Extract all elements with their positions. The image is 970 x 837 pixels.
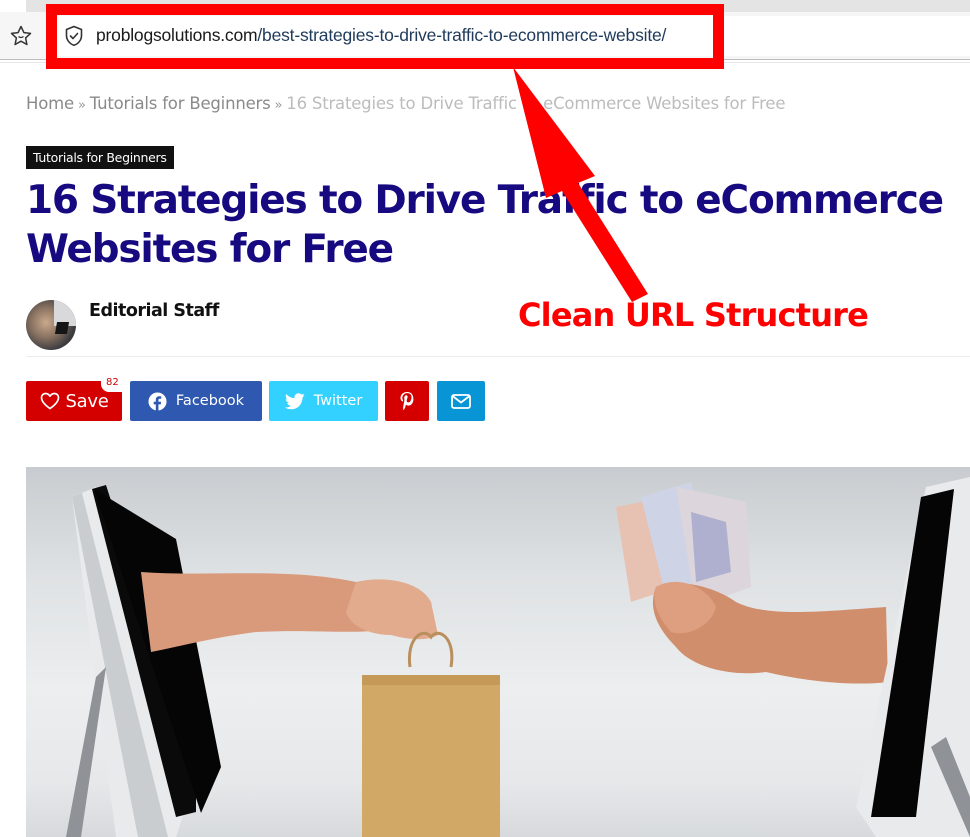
page-title: 16 Strategies to Drive Traffic to eComme… <box>26 178 944 272</box>
shopping-bag <box>362 631 500 837</box>
email-share-button[interactable] <box>437 381 485 421</box>
heart-icon <box>40 392 59 410</box>
twitter-icon <box>284 392 305 409</box>
facebook-share-button[interactable]: Facebook <box>130 381 262 421</box>
breadcrumb: Home» Tutorials for Beginners» 16 Strategi… <box>26 94 785 113</box>
url-path: /best-strategies-to-drive-traffic-to-eco… <box>257 25 667 45</box>
avatar[interactable] <box>26 300 76 350</box>
left-arm <box>141 572 438 652</box>
author-name[interactable]: Editorial Staff <box>89 301 219 321</box>
breadcrumb-home[interactable]: Home <box>26 94 74 113</box>
breadcrumb-category[interactable]: Tutorials for Beginners <box>90 94 271 113</box>
breadcrumb-separator: » <box>274 98 283 113</box>
category-badge[interactable]: Tutorials for Beginners <box>26 146 174 169</box>
pinterest-share-button[interactable] <box>385 381 429 421</box>
star-icon[interactable] <box>9 24 33 48</box>
save-label: Save <box>65 390 109 412</box>
facebook-label: Facebook <box>175 393 245 409</box>
url-domain: problogsolutions.com <box>96 25 258 45</box>
right-arm <box>652 581 888 684</box>
tab-strip <box>0 0 970 12</box>
left-monitor <box>66 485 221 837</box>
twitter-label: Twitter <box>313 393 363 409</box>
save-count-badge: 82 <box>101 376 122 392</box>
url-text[interactable]: problogsolutions.com/best-strategies-to-… <box>96 25 666 46</box>
pinterest-icon <box>400 391 414 410</box>
facebook-icon <box>148 391 167 411</box>
meta-divider <box>26 356 970 357</box>
annotation-callout: Clean URL Structure <box>518 296 869 334</box>
hero-illustration <box>66 477 970 837</box>
twitter-share-button[interactable]: Twitter <box>269 381 378 421</box>
mail-icon <box>451 393 471 409</box>
toolbar-divider-2 <box>0 62 970 63</box>
hero-image <box>26 467 970 837</box>
tab-edge <box>0 0 26 12</box>
breadcrumb-separator: » <box>77 98 86 113</box>
shield-check-icon[interactable] <box>64 25 84 47</box>
avatar-laptop <box>54 322 70 334</box>
breadcrumb-current: 16 Strategies to Drive Traffic to eComme… <box>286 94 786 113</box>
toolbar-divider <box>0 59 970 60</box>
